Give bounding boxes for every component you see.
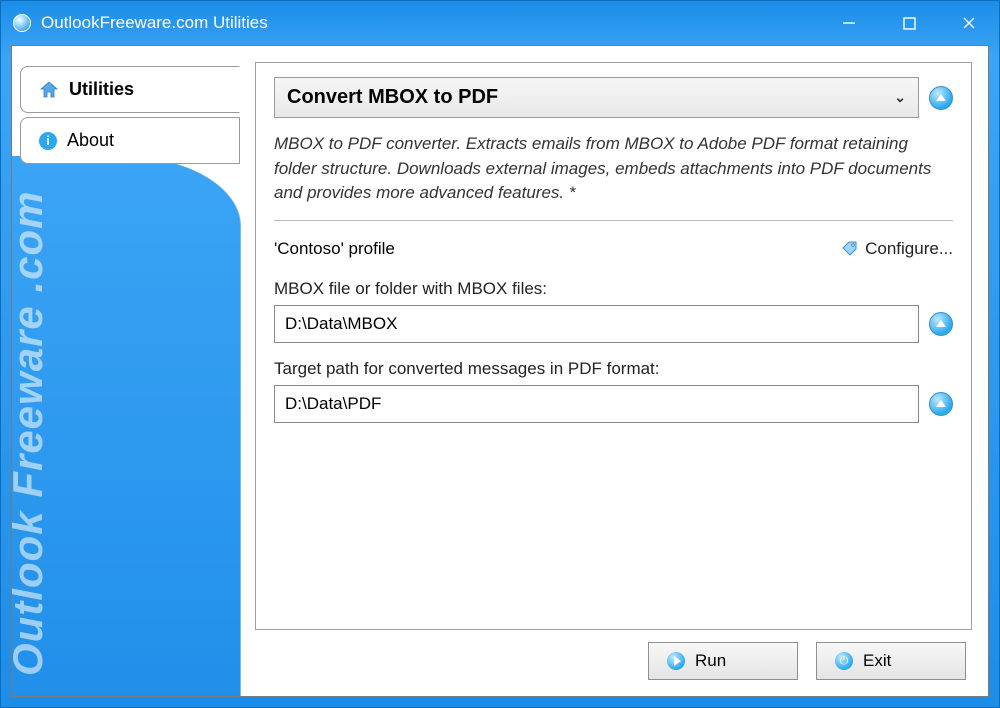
app-icon [13,14,31,32]
run-button[interactable]: Run [648,642,798,680]
sidebar-background [11,156,241,697]
mbox-input[interactable] [274,305,919,343]
profile-label: 'Contoso' profile [274,239,395,259]
tab-label: Utilities [69,79,134,100]
collapse-button[interactable] [929,86,953,110]
utility-title: Convert MBOX to PDF [287,86,498,109]
target-field-group: Target path for converted messages in PD… [274,359,953,423]
sidebar: Utilities i About [20,66,240,168]
action-buttons: Run Exit [255,630,972,680]
maximize-button[interactable] [879,1,939,45]
tab-utilities[interactable]: Utilities [20,66,240,113]
mbox-browse-button[interactable] [929,312,953,336]
exit-button[interactable]: Exit [816,642,966,680]
window-controls [819,1,999,45]
content-frame: Utilities i About Outlook Freeware .com … [11,45,989,697]
window-title: OutlookFreeware.com Utilities [41,13,819,33]
tab-label: About [67,130,114,151]
exit-label: Exit [863,651,891,671]
utility-panel: Convert MBOX to PDF ⌄ MBOX to PDF conver… [255,62,972,630]
power-icon [835,652,853,670]
info-icon: i [39,132,57,150]
minimize-button[interactable] [819,1,879,45]
titlebar: OutlookFreeware.com Utilities [1,1,999,45]
target-label: Target path for converted messages in PD… [274,359,953,379]
main-panel: Convert MBOX to PDF ⌄ MBOX to PDF conver… [239,46,988,696]
tab-about[interactable]: i About [20,117,240,164]
mbox-field-group: MBOX file or folder with MBOX files: [274,279,953,343]
utility-header-row: Convert MBOX to PDF ⌄ [274,77,953,118]
utility-selector[interactable]: Convert MBOX to PDF ⌄ [274,77,919,118]
mbox-label: MBOX file or folder with MBOX files: [274,279,953,299]
close-button[interactable] [939,1,999,45]
play-icon [667,652,685,670]
run-label: Run [695,651,726,671]
configure-link[interactable]: Configure... [841,239,953,259]
configure-label: Configure... [865,239,953,259]
target-input[interactable] [274,385,919,423]
chevron-down-icon: ⌄ [894,89,906,106]
utility-description: MBOX to PDF converter. Extracts emails f… [274,128,953,221]
target-browse-button[interactable] [929,392,953,416]
tag-icon [841,240,859,258]
home-icon [39,80,59,100]
app-window: OutlookFreeware.com Utilities Utilities [0,0,1000,708]
client-area: Utilities i About Outlook Freeware .com … [11,45,989,697]
profile-row: 'Contoso' profile Configure... [274,231,953,263]
